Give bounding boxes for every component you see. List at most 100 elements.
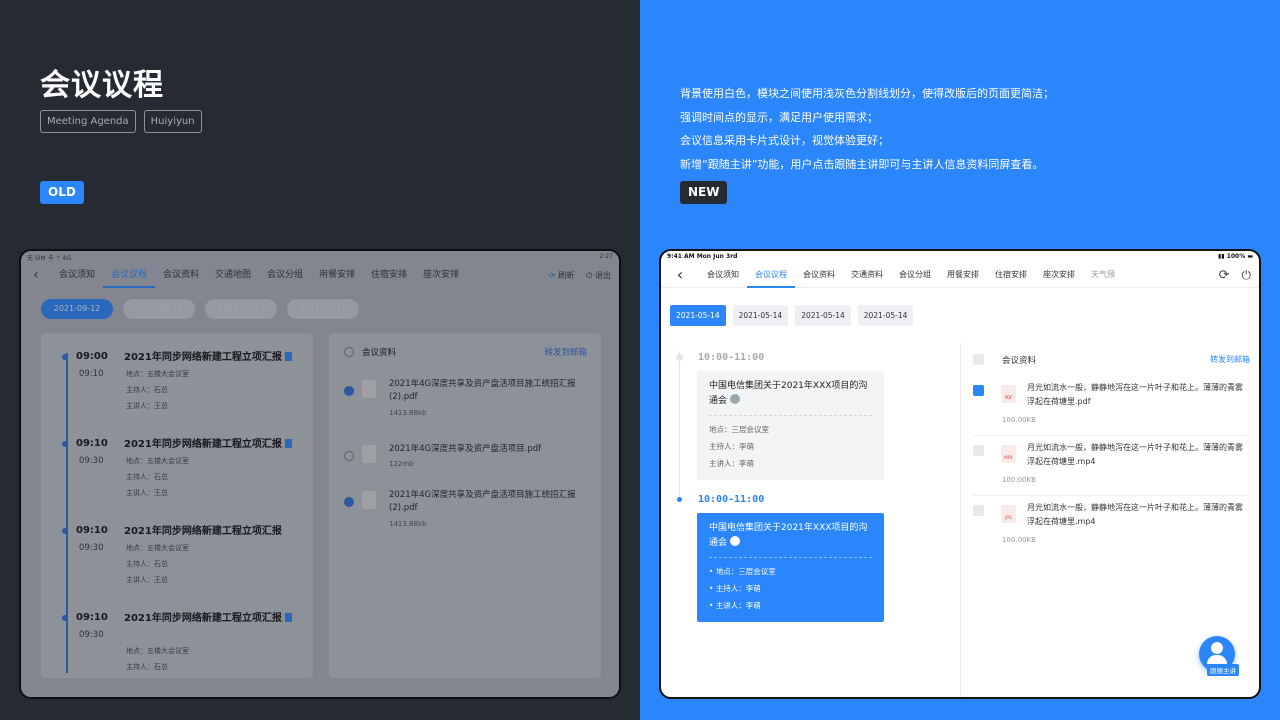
new-nav-actions: ⟳ ⏻ bbox=[1219, 262, 1251, 288]
file-checkbox[interactable] bbox=[973, 385, 984, 396]
new-navbar: ‹ 会议须知 会议议程 会议资料 交通资料 会议分组 用餐安排 住宿安排 座次安… bbox=[661, 262, 1259, 288]
tab-seating[interactable]: 座次安排 bbox=[415, 262, 467, 288]
date-chip[interactable]: 2021-09-15 bbox=[287, 299, 359, 319]
tab-weather[interactable]: 天气预 bbox=[1083, 262, 1123, 288]
file-size: 1413.88kb bbox=[389, 520, 427, 528]
tab-notice[interactable]: 会议须知 bbox=[51, 262, 103, 288]
file-name: 2021年4G深度共享及资产盘活项目施工统招汇报(2).pdf bbox=[389, 379, 576, 402]
refresh-icon[interactable]: ⟳ bbox=[1219, 268, 1230, 283]
agenda-card[interactable]: 中国电信集团关于2021年XXX项目的沟通会 地点：三层会议室 主持人：李萌 主… bbox=[697, 371, 884, 480]
timeline-dot bbox=[62, 528, 68, 534]
refresh-button[interactable]: ⟳ 刷新 bbox=[549, 270, 574, 281]
back-icon[interactable]: ‹ bbox=[661, 265, 699, 284]
follow-speaker-label[interactable]: 跟随主讲 bbox=[1207, 664, 1239, 676]
agenda-item[interactable]: 09:00 09:10 2021年同步网络新建工程立项汇报 地点：五楼大会议室 … bbox=[62, 351, 311, 431]
agenda-place: 地点：五楼大会议室 bbox=[126, 457, 189, 465]
agenda-time: 10:00-11:00 bbox=[698, 352, 765, 363]
agenda-card-active[interactable]: 中国电信集团关于2021年XXX项目的沟通会 • 地点：三层会议室 • 主持人：… bbox=[697, 513, 884, 622]
tab-agenda[interactable]: 会议议程 bbox=[747, 262, 795, 288]
select-all-checkbox[interactable] bbox=[344, 347, 354, 357]
tab-lodging[interactable]: 住宿安排 bbox=[363, 262, 415, 288]
new-date-row: 2021-05-14 2021-05-14 2021-05-14 2021-05… bbox=[670, 305, 914, 326]
file-checkbox[interactable] bbox=[344, 451, 354, 461]
file-checkbox[interactable] bbox=[344, 497, 354, 507]
tab-notice[interactable]: 会议须知 bbox=[699, 262, 747, 288]
agenda-title-text: 2021年同步网络新建工程立项汇报 bbox=[124, 526, 282, 537]
old-badge: OLD bbox=[40, 181, 84, 204]
tab-agenda[interactable]: 会议议程 bbox=[103, 262, 156, 288]
timeline-line bbox=[679, 351, 680, 501]
timeline-dot bbox=[62, 615, 68, 621]
old-resources-card: 会议资料 转发到邮箱 2021年4G深度共享及资产盘活项目施工统招汇报(2).p… bbox=[329, 333, 601, 678]
forward-email-button[interactable]: 转发到邮箱 bbox=[1210, 354, 1250, 365]
file-name: 2021年4G深度共享及资产盘活项目.pdf bbox=[389, 444, 542, 454]
tab-materials[interactable]: 会议资料 bbox=[155, 262, 207, 288]
old-statusbar: 无 SIM 卡 ⇡ 4G 2:27 bbox=[21, 251, 619, 262]
file-name: 月光如流水一般，静静地泻在这一片叶子和花上。薄薄的青雾浮起在荷塘里.mp4 bbox=[1027, 443, 1243, 466]
file-item[interactable]: JPG 月光如流水一般，静静地泻在这一片叶子和花上。薄薄的青雾浮起在荷塘里.mp… bbox=[973, 501, 1250, 556]
date-chip[interactable]: 2021-09-13 bbox=[123, 299, 195, 319]
date-chip[interactable]: 2021-05-14 bbox=[795, 305, 851, 326]
agenda-host: 主持人：李萌 bbox=[709, 442, 754, 451]
date-chip[interactable]: 2021-05-14 bbox=[732, 305, 789, 326]
timeline-dot bbox=[62, 354, 68, 360]
image-file-icon: JPG bbox=[1001, 505, 1016, 523]
tab-dining[interactable]: 用餐安排 bbox=[939, 262, 987, 288]
agenda-start-time: 09:10 bbox=[76, 438, 108, 449]
file-item[interactable]: PDF 月光如流水一般，静静地泻在这一片叶子和花上。薄薄的青雾浮起在荷塘里.pd… bbox=[973, 381, 1250, 436]
file-item[interactable]: 2021年4G深度共享及资产盘活项目施工统招汇报(2).pdf 1413.88k… bbox=[344, 378, 594, 428]
tab-groups[interactable]: 会议分组 bbox=[259, 262, 311, 288]
card-divider bbox=[709, 415, 872, 416]
description-line: 强调时间点的显示，满足用户使用需求； bbox=[680, 110, 878, 124]
agenda-host: 主持人：石总 bbox=[126, 663, 168, 671]
tab-lodging[interactable]: 住宿安排 bbox=[987, 262, 1035, 288]
file-checkbox[interactable] bbox=[973, 505, 984, 516]
refresh-label: 刷新 bbox=[558, 270, 575, 280]
agenda-title-text: 2021年同步网络新建工程立项汇报 bbox=[124, 352, 282, 363]
file-type-label: JPG bbox=[1005, 515, 1012, 520]
description-line: 背景使用白色，模块之间使用浅灰色分割线划分，使得改版后的页面更简洁； bbox=[680, 87, 1054, 100]
agenda-host: 主持人：石总 bbox=[126, 473, 168, 481]
video-file-icon: MP4 bbox=[1001, 445, 1016, 463]
file-item[interactable]: 2021年4G深度共享及资产盘活项目.pdf 122mb bbox=[344, 443, 594, 483]
agenda-speaker: 主讲人：李萌 bbox=[709, 459, 754, 468]
agenda-place: 地点：五楼大会议室 bbox=[126, 544, 189, 552]
tab-groups[interactable]: 会议分组 bbox=[891, 262, 939, 288]
file-size: 100.00KB bbox=[1002, 536, 1036, 544]
file-checkbox[interactable] bbox=[344, 386, 354, 396]
file-name: 2021年4G深度共享及资产盘活项目施工统招汇报(2).pdf bbox=[389, 490, 576, 513]
select-all-checkbox[interactable] bbox=[973, 354, 984, 365]
tab-dining[interactable]: 用餐安排 bbox=[311, 262, 363, 288]
column-divider bbox=[960, 343, 961, 697]
back-icon[interactable]: ‹ bbox=[21, 267, 51, 283]
date-chip[interactable]: 2021-09-12 bbox=[41, 299, 113, 319]
agenda-start-time: 09:10 bbox=[76, 612, 108, 623]
agenda-place: 地点：五楼大会议室 bbox=[126, 370, 189, 378]
agenda-host: 主持人：石总 bbox=[126, 560, 168, 568]
exit-label: 退出 bbox=[595, 270, 611, 280]
old-date-row: 2021-09-12 2021-09-13 2021-09-14 2021-09… bbox=[41, 299, 359, 319]
date-chip[interactable]: 2021-09-14 bbox=[205, 299, 277, 319]
agenda-speaker-text: 主讲人：李萌 bbox=[715, 601, 761, 610]
agenda-item[interactable]: 09:10 09:30 2021年同步网络新建工程立项汇报 地点：五楼大会议室 … bbox=[62, 438, 311, 518]
agenda-end-time: 09:10 bbox=[79, 369, 104, 379]
date-chip[interactable]: 2021-05-14 bbox=[857, 305, 914, 326]
resources-header: 会议资料 转发到邮箱 bbox=[973, 354, 1250, 368]
file-item[interactable]: MP4 月光如流水一般，静静地泻在这一片叶子和花上。薄薄的青雾浮起在荷塘里.mp… bbox=[973, 441, 1250, 496]
file-item[interactable]: 2021年4G深度共享及资产盘活项目施工统招汇报(2).pdf 1413.88k… bbox=[344, 489, 594, 539]
power-icon[interactable]: ⏻ bbox=[1242, 268, 1252, 283]
date-chip[interactable]: 2021-05-14 bbox=[670, 305, 726, 326]
file-checkbox[interactable] bbox=[973, 445, 984, 456]
agenda-item[interactable]: 09:10 09:30 2021年同步网络新建工程立项汇报 地点：五楼大会议室 … bbox=[62, 525, 311, 605]
exit-button[interactable]: ⏻ 退出 bbox=[586, 270, 611, 281]
agenda-host-text: 主持人：李萌 bbox=[715, 584, 761, 593]
tab-traffic[interactable]: 交通资料 bbox=[843, 262, 891, 288]
agenda-item[interactable]: 09:10 09:30 2021年同步网络新建工程立项汇报 地点：五楼大会议室 … bbox=[62, 612, 311, 678]
tab-seating[interactable]: 座次安排 bbox=[1035, 262, 1083, 288]
agenda-speaker: 主讲人：王总 bbox=[126, 576, 168, 584]
forward-email-button[interactable]: 转发到邮箱 bbox=[544, 346, 587, 358]
timeline-dot bbox=[676, 354, 683, 361]
tab-traffic-map[interactable]: 交通地图 bbox=[207, 262, 259, 288]
agenda-place: 地点：五楼大会议室 bbox=[126, 647, 189, 655]
tab-materials[interactable]: 会议资料 bbox=[795, 262, 843, 288]
